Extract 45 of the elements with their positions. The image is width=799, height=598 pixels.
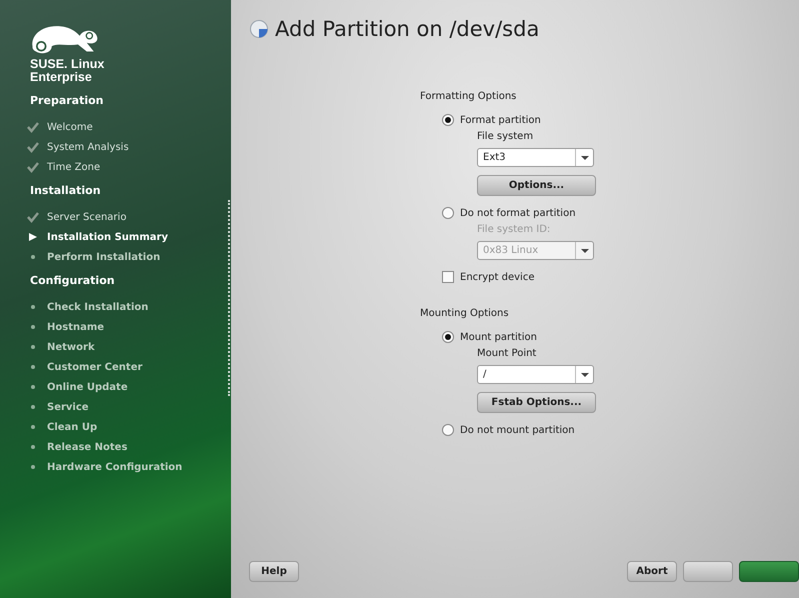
- step-label: Release Notes: [47, 442, 128, 452]
- step-label: Check Installation: [47, 302, 148, 312]
- radio-button[interactable]: Format partition: [442, 112, 541, 128]
- check-icon: [27, 161, 39, 173]
- step-label: Clean Up: [47, 422, 98, 432]
- step-label: Hardware Configuration: [47, 462, 182, 472]
- mount-point-combo[interactable]: /: [477, 365, 594, 384]
- radio-button[interactable]: Mount partition: [442, 329, 537, 345]
- file-system-dropdown[interactable]: Ext3: [477, 148, 594, 167]
- field-label: Mount Point: [477, 348, 536, 361]
- check-icon: [27, 121, 39, 133]
- step-label: Network: [47, 342, 95, 352]
- help-button[interactable]: Help: [249, 561, 299, 582]
- field-label: File system: [477, 131, 534, 144]
- section-heading: Configuration: [30, 274, 116, 287]
- step-label: Hostname: [47, 322, 104, 332]
- check-icon: [27, 211, 39, 223]
- step-label: Service: [47, 402, 89, 412]
- step-label: System Analysis: [47, 142, 129, 152]
- checkbox[interactable]: Encrypt device: [442, 269, 534, 285]
- step-label: Time Zone: [47, 162, 100, 172]
- disk-icon: [249, 19, 269, 39]
- section-heading: Installation: [30, 184, 102, 197]
- radio-button[interactable]: Do not format partition: [442, 205, 576, 221]
- group-heading: Mounting Options: [420, 308, 510, 321]
- step-label: Welcome: [47, 122, 93, 132]
- arrow-icon: [27, 231, 39, 243]
- dialog-title: Add Partition on /dev/sda: [275, 17, 540, 41]
- step-label: Online Update: [47, 382, 128, 392]
- step-label: Customer Center: [47, 362, 142, 372]
- step-label: Perform Installation: [47, 252, 160, 262]
- options-button[interactable]: Options...: [477, 175, 596, 196]
- field-label: File system ID:: [477, 224, 550, 237]
- radio-button[interactable]: Do not mount partition: [442, 422, 575, 438]
- fstab-options-button[interactable]: Fstab Options...: [477, 392, 596, 413]
- next-button[interactable]: [739, 561, 799, 582]
- group-heading: Formatting Options: [420, 91, 518, 104]
- back-button[interactable]: [683, 561, 733, 582]
- step-label: Server Scenario: [47, 212, 126, 222]
- step-label: Installation Summary: [47, 232, 168, 242]
- brand-text: SUSE. Linux: [30, 58, 106, 71]
- abort-button[interactable]: Abort: [627, 561, 677, 582]
- brand-text: Enterprise: [30, 71, 93, 84]
- check-icon: [27, 141, 39, 153]
- section-heading: Preparation: [30, 94, 105, 107]
